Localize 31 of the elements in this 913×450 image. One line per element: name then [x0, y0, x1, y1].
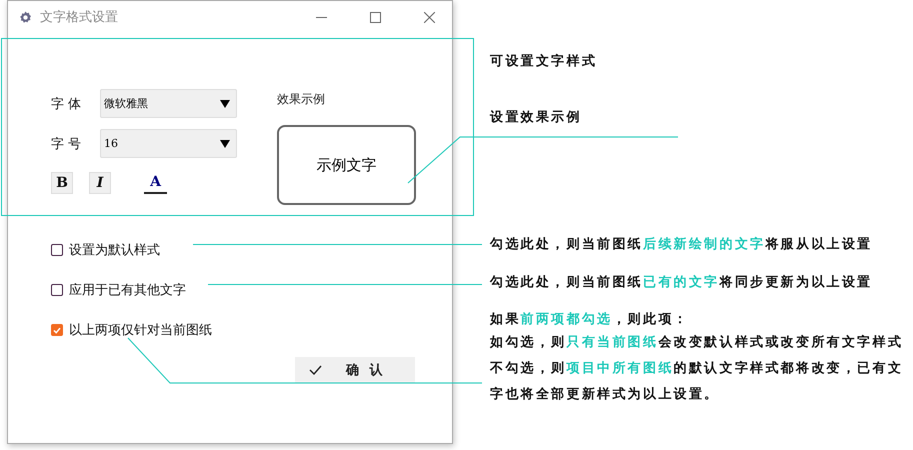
annotation-text: 如果前两项都勾选，则此项： [490, 311, 690, 329]
option-label: 应用于已有其他文字 [69, 282, 186, 299]
font-label: 字 体 [51, 96, 82, 112]
font-dropdown[interactable]: 微软雅黑 [100, 89, 237, 118]
checkbox[interactable] [51, 284, 63, 296]
preview-text: 示例文字 [277, 125, 416, 205]
maximize-icon[interactable] [370, 12, 380, 22]
option-label: 设置为默认样式 [69, 242, 160, 259]
dropdown-arrow-icon [220, 140, 230, 148]
annotation-text: 可设置文字样式 [490, 52, 598, 71]
close-icon[interactable] [424, 12, 434, 22]
confirm-button[interactable]: 确 认 [295, 357, 415, 383]
size-label: 字 号 [51, 136, 82, 152]
annotation-text: 勾选此处，则当前图纸后续新绘制的文字将服从以上设置 [490, 236, 874, 254]
window-title: 文字格式设置 [40, 9, 119, 26]
annotation-text: 设置效果示例 [490, 109, 583, 127]
option-label: 以上两项仅针对当前图纸 [69, 322, 212, 339]
preview-label: 效果示例 [277, 91, 326, 108]
checkbox[interactable] [51, 324, 63, 336]
bold-button[interactable]: B [51, 172, 73, 194]
annotation-text: 勾选此处，则当前图纸 已有的文字将同步更新为以上设置 [490, 274, 874, 292]
checkbox[interactable] [51, 244, 63, 256]
dropdown-arrow-icon [220, 100, 230, 108]
checkmark-icon [309, 365, 322, 375]
italic-button[interactable]: I [89, 172, 111, 194]
font-color-button[interactable]: A [144, 171, 167, 194]
size-dropdown[interactable]: 16 [100, 129, 237, 158]
checkmark-icon [53, 326, 61, 334]
gear-icon [19, 10, 32, 24]
annotation-text: 如勾选，则 只有当前图纸会改变默认样式或改变所有文字样式 [490, 334, 904, 352]
annotation-text: 不勾选，则项目中所有图纸的默认文字样式都将改变，已有文字也将全部更新样式为以上设置。 [490, 360, 904, 404]
